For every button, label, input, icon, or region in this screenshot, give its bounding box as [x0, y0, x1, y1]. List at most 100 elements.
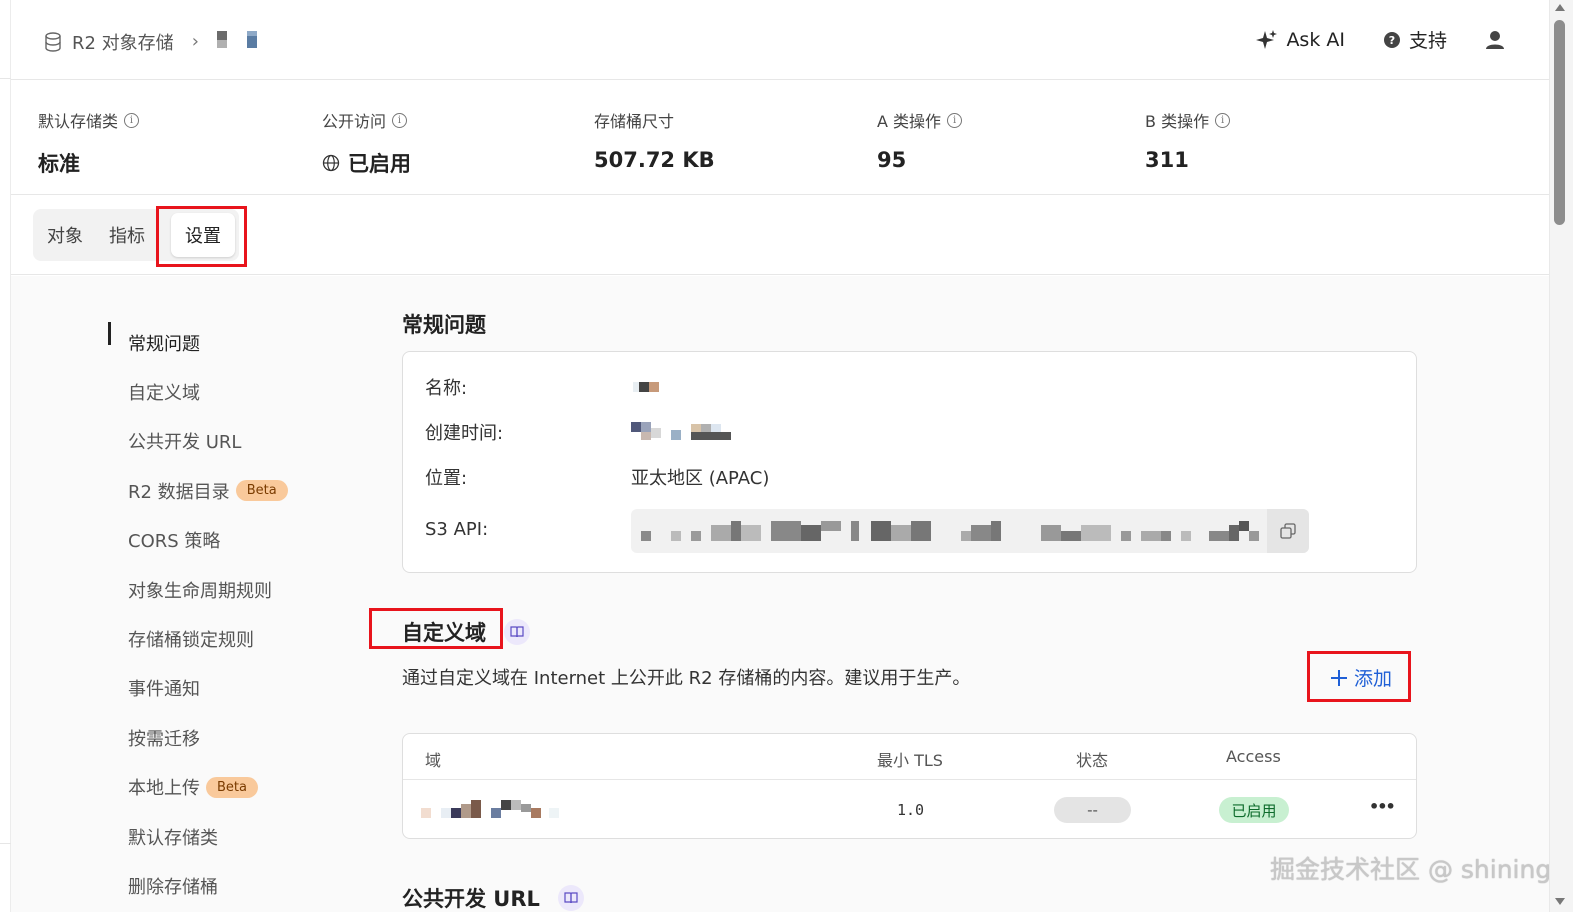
ask-ai-label: Ask AI: [1286, 28, 1345, 51]
support-label: 支持: [1408, 30, 1447, 52]
highlight-box-settings-tab: [156, 206, 247, 267]
general-info-card: 名称: 创建时间: 位置: 亚太地区 (APAC) S3 API:: [402, 351, 1417, 573]
sidebar-item-lifecycle[interactable]: 对象生命周期规则: [108, 565, 288, 614]
breadcrumb-root[interactable]: R2 对象存储: [72, 29, 174, 55]
min-tls-value: 1.0: [897, 801, 925, 819]
settings-sidenav: 常规问题 自定义域 公共开发 URL R2 数据目录 Beta CORS 策略 对…: [108, 318, 288, 911]
sidebar-item-event-notifications[interactable]: 事件通知: [108, 664, 288, 713]
domain-value-redacted[interactable]: [421, 798, 581, 824]
beta-badge: Beta: [206, 776, 258, 798]
section-title-text: 公共开发 URL: [402, 887, 540, 911]
stat-public-access: 公开访问 i 已启用: [322, 108, 411, 178]
s3-api-field[interactable]: [631, 509, 1309, 553]
status-badge: --: [1054, 797, 1131, 823]
user-menu-button[interactable]: [1485, 30, 1505, 50]
sidebar-item-label: 对象生命周期规则: [128, 580, 272, 602]
table-row: 1.0 -- 已启用 •••: [403, 781, 1416, 839]
stat-value: 标准: [38, 152, 80, 176]
documentation-icon[interactable]: [504, 619, 530, 645]
more-options-icon[interactable]: •••: [1369, 797, 1396, 816]
sidebar-item-default-storage-class[interactable]: 默认存储类: [108, 812, 288, 861]
breadcrumb: R2 对象存储 ›: [44, 28, 261, 55]
stat-label: 公开访问: [322, 112, 387, 131]
scroll-down-arrow-icon[interactable]: [1555, 898, 1565, 905]
section-title-text: 常规问题: [402, 313, 486, 337]
name-label: 名称:: [425, 378, 468, 399]
sidebar-item-on-demand-migration[interactable]: 按需迁移: [108, 713, 288, 762]
sidebar-item-delete-bucket[interactable]: 删除存储桶: [108, 861, 288, 910]
stat-bucket-size: 存储桶尺寸 507.72 KB: [594, 108, 715, 172]
sidebar-item-cors[interactable]: CORS 策略: [108, 516, 288, 565]
user-icon: [1486, 30, 1504, 49]
stat-value: 95: [877, 148, 907, 172]
sidebar-item-bucket-lock[interactable]: 存储桶锁定规则: [108, 614, 288, 663]
created-label: 创建时间:: [425, 423, 504, 444]
location-label: 位置:: [425, 468, 468, 489]
stat-label: 默认存储类: [38, 112, 119, 131]
highlight-box-add-button: [1307, 651, 1411, 702]
scrollbar[interactable]: [1549, 0, 1573, 912]
info-icon[interactable]: i: [124, 112, 140, 128]
sidebar-item-label: 存储桶锁定规则: [128, 630, 254, 652]
top-actions: Ask AI ? 支持: [1256, 26, 1505, 53]
left-edge: [0, 0, 11, 912]
sidebar-item-label: 删除存储桶: [128, 876, 218, 898]
watermark: 掘金技术社区 @ shining: [1270, 855, 1552, 884]
column-header-access: Access: [1226, 747, 1281, 766]
sidebar-item-local-uploads[interactable]: 本地上传 Beta: [108, 763, 288, 812]
created-value-redacted: [631, 420, 733, 447]
scrollbar-thumb[interactable]: [1554, 20, 1565, 225]
bucket-name-redacted[interactable]: [216, 28, 261, 55]
info-icon[interactable]: i: [947, 112, 963, 128]
sidebar-item-label: 默认存储类: [128, 827, 218, 849]
column-header-domain: 域: [425, 751, 442, 770]
stat-class-b-ops: B 类操作 i 311: [1145, 108, 1231, 172]
stats-bar: 默认存储类 i 标准 公开访问 i 已启用 存储桶尺寸 507.72 KB A 类操…: [11, 80, 1549, 195]
sidebar-item-general[interactable]: 常规问题: [108, 318, 288, 367]
stat-label: A 类操作: [877, 112, 942, 131]
stat-value: 507.72 KB: [594, 148, 715, 172]
stat-class-a-ops: A 类操作 i 95: [877, 108, 963, 172]
scroll-up-arrow-icon[interactable]: [1555, 4, 1565, 11]
location-value: 亚太地区 (APAC): [631, 468, 770, 489]
sidebar-item-custom-domain[interactable]: 自定义域: [108, 367, 288, 416]
sidebar-item-label: R2 数据目录: [128, 481, 230, 503]
stat-default-storage-class: 默认存储类 i 标准: [38, 108, 140, 178]
stat-label: 存储桶尺寸: [594, 112, 675, 131]
stat-label: B 类操作: [1145, 112, 1210, 131]
sidebar-item-label: 事件通知: [128, 679, 200, 701]
stat-value: 311: [1145, 148, 1189, 172]
beta-badge: Beta: [235, 480, 288, 502]
sidebar-item-label: CORS 策略: [128, 531, 221, 553]
copy-icon: [1280, 523, 1296, 539]
table-header: 域 最小 TLS 状态 Access: [403, 734, 1416, 780]
globe-icon: [322, 154, 340, 172]
help-icon: ?: [1383, 31, 1400, 48]
sidebar-item-public-dev-url[interactable]: 公共开发 URL: [108, 417, 288, 466]
s3-api-label: S3 API:: [425, 519, 489, 540]
sidebar-item-label: 公共开发 URL: [128, 432, 242, 454]
support-button[interactable]: ? 支持: [1383, 26, 1447, 53]
highlight-box-custom-domain: [369, 608, 503, 649]
sparkle-icon: [1256, 29, 1278, 49]
svg-text:?: ?: [1389, 34, 1395, 47]
tab-objects[interactable]: 对象: [47, 222, 83, 248]
database-icon: [45, 31, 61, 52]
bucket-name-value-redacted: [631, 378, 671, 399]
column-header-status: 状态: [1076, 751, 1109, 770]
section-title-general: 常规问题: [402, 309, 486, 339]
copy-button[interactable]: [1267, 509, 1309, 553]
sidebar-item-data-catalog[interactable]: R2 数据目录 Beta: [108, 466, 288, 515]
sidebar-item-label: 按需迁移: [128, 728, 200, 750]
info-icon[interactable]: i: [1215, 112, 1231, 128]
sidebar-item-label: 常规问题: [128, 333, 200, 355]
tab-metrics[interactable]: 指标: [109, 222, 145, 248]
column-header-min-tls: 最小 TLS: [877, 751, 943, 770]
chevron-right-icon: ›: [191, 31, 199, 52]
section-title-public-dev-url: 公共开发 URL: [402, 883, 584, 912]
access-badge: 已启用: [1219, 797, 1289, 823]
ask-ai-button[interactable]: Ask AI: [1256, 29, 1345, 51]
documentation-icon[interactable]: [557, 885, 584, 911]
info-icon[interactable]: i: [392, 112, 408, 128]
custom-domain-description: 通过自定义域在 Internet 上公开此 R2 存储桶的内容。建议用于生产。: [402, 668, 971, 689]
